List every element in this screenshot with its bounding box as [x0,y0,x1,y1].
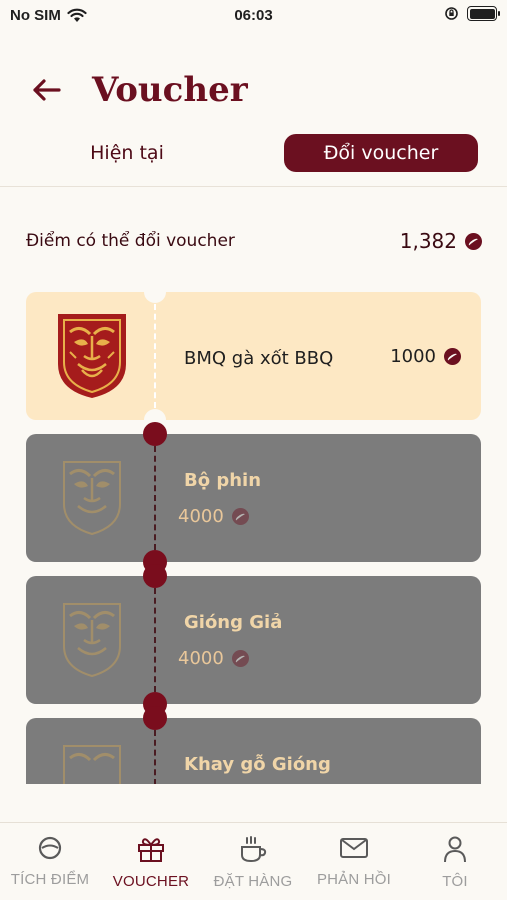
voucher-list: BMQ gà xốt BBQ 1000 Bộ phin 4000 Gióng G… [0,290,507,784]
coffee-bean-icon [38,836,62,860]
ticket-connector-dot [143,564,167,588]
ticket-connector-dot [143,422,167,446]
brand-logo [63,461,121,536]
voucher-name: BMQ gà xốt BBQ [184,348,334,369]
voucher-name: Khay gỗ Gióng [184,754,331,775]
nav-label: PHẢN HỒI [316,871,392,888]
voucher-name: Bộ phin [184,470,262,491]
tab-current[interactable]: Hiện tại [30,134,224,172]
coffee-cup-icon [241,836,267,863]
nav-label: ĐẶT HÀNG [213,873,293,890]
ticket-perforation [154,588,156,692]
status-time: 06:03 [234,7,273,24]
coffee-bean-icon [465,232,482,250]
nav-item-toi[interactable]: TÔI [405,835,505,897]
voucher-card[interactable]: BMQ gà xốt BBQ 1000 [26,290,481,431]
voucher-price-value: 1000 [390,346,436,367]
nav-item-tich-diem[interactable]: TÍCH ĐIỂM [0,835,100,897]
page-title: Voucher [92,70,248,110]
voucher-card: Bộ phin 4000 [26,434,481,562]
brand-logo [58,314,126,398]
bottom-nav: TÍCH ĐIỂM VOUCHER ĐẶT HÀNG PHẢN HỒI TÔI [0,822,507,900]
ticket-connector-dot [143,706,167,730]
voucher-price: 4000 [178,506,249,527]
coffee-bean-icon [231,508,249,525]
status-bar: No SIM 06:03 [0,0,507,32]
divider [0,186,507,187]
points-value: 1,382 [399,229,457,253]
voucher-card: Gióng Giả 4000 [26,576,481,704]
status-right [444,6,500,21]
ticket-perforation [154,304,156,408]
points-summary: Điểm có thể đổi voucher 1,382 [26,226,482,256]
ticket-perforation [154,446,156,550]
back-button[interactable] [26,70,66,110]
ticket-notch [144,290,166,303]
ticket-perforation [154,730,156,784]
nav-item-dat-hang[interactable]: ĐẶT HÀNG [203,835,303,897]
gift-icon [138,838,164,862]
points-label: Điểm có thể đổi voucher [26,231,235,251]
voucher-price: 1000 [390,346,461,367]
voucher-price-value: 4000 [178,648,224,669]
tab-exchange-voucher[interactable]: Đổi voucher [284,134,478,172]
header: Voucher [0,60,507,120]
voucher-price-value: 4000 [178,506,224,527]
voucher-name: Gióng Giả [184,612,283,633]
brand-logo [63,603,121,678]
battery-icon [467,6,500,21]
voucher-price: 4000 [178,648,249,669]
coffee-bean-icon [444,348,461,365]
voucher-card: Khay gỗ Gióng [26,718,481,784]
nav-item-voucher[interactable]: VOUCHER [101,835,201,897]
orientation-lock-icon [445,7,458,20]
arrow-left-icon [33,79,61,101]
coffee-bean-icon [231,650,249,667]
voucher-tabs: Hiện tại Đổi voucher [0,134,507,176]
points-value-wrap: 1,382 [400,229,482,253]
user-icon [444,836,466,863]
nav-label: TÔI [442,873,468,890]
nav-item-phan-hoi[interactable]: PHẢN HỒI [304,835,404,897]
nav-label: VOUCHER [112,873,190,890]
nav-label: TÍCH ĐIỂM [10,871,90,888]
brand-logo [63,745,121,784]
mail-icon [340,838,368,858]
